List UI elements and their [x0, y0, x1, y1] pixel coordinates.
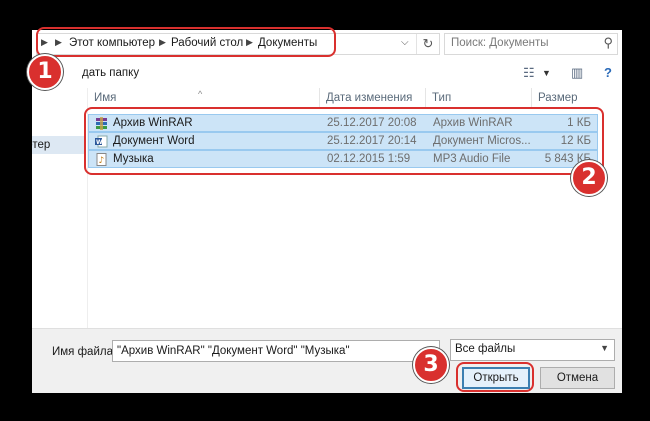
- step-badge-2: 2: [571, 160, 607, 196]
- preview-pane-icon[interactable]: ▥: [571, 65, 583, 81]
- step-badge-1: 1: [27, 54, 63, 90]
- filename-label: Имя файла:: [52, 346, 117, 358]
- column-header-type[interactable]: Тип: [426, 88, 532, 108]
- search-input[interactable]: Поиск: Документы ⚲: [444, 33, 618, 55]
- highlight-open-button: [456, 362, 534, 392]
- help-icon[interactable]: ?: [604, 65, 612, 80]
- sidebar-item-this-pc[interactable]: ютер: [32, 136, 86, 154]
- highlight-address-bar: [36, 27, 336, 57]
- view-options-icon[interactable]: ☷: [523, 65, 535, 81]
- chevron-down-icon: ▼: [600, 343, 609, 353]
- search-icon[interactable]: ⚲: [603, 35, 613, 51]
- step-badge-3: 3: [413, 347, 449, 383]
- filename-input[interactable]: [112, 340, 440, 362]
- address-history-chevron-down-icon[interactable]: ⌵: [401, 37, 409, 48]
- highlight-selected-files: [84, 107, 604, 175]
- file-type-filter-value: Все файлы: [455, 343, 516, 355]
- column-header-size[interactable]: Размер: [532, 88, 622, 108]
- cancel-button[interactable]: Отмена: [540, 367, 615, 389]
- file-type-filter-select[interactable]: Все файлы ▼: [450, 339, 615, 361]
- navigation-pane: ютер: [32, 88, 88, 328]
- column-header-name-label: Имя: [94, 92, 117, 104]
- sort-ascending-icon: ^: [198, 89, 203, 99]
- open-file-dialog: ▶ ▶ Этот компьютер ▶ Рабочий стол ▶ Доку…: [32, 30, 622, 393]
- search-placeholder: Поиск: Документы: [451, 37, 549, 49]
- column-header-name[interactable]: Имя ^: [88, 88, 320, 108]
- refresh-icon[interactable]: ↻: [416, 34, 439, 54]
- sidebar-item-label: ютер: [32, 139, 51, 151]
- new-folder-button[interactable]: дать папку: [82, 67, 139, 79]
- view-options-chevron-down-icon[interactable]: ▼: [542, 68, 551, 78]
- command-bar: дать папку ☷ ▼ ▥ ?: [32, 58, 622, 88]
- column-header-date[interactable]: Дата изменения: [320, 88, 426, 108]
